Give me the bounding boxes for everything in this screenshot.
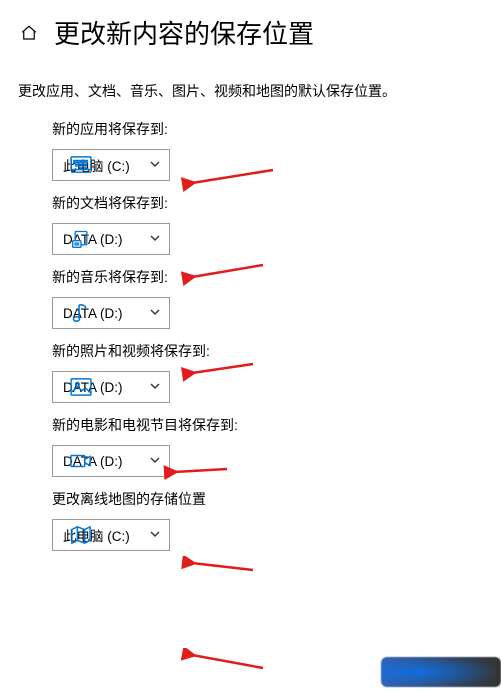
chevron-down-icon	[149, 528, 161, 543]
photos-label: 新的照片和视频将保存到:	[52, 341, 483, 361]
chevron-down-icon	[149, 232, 161, 247]
watermark	[381, 657, 501, 687]
chevron-down-icon	[149, 306, 161, 321]
maps-label: 更改离线地图的存储位置	[52, 489, 483, 509]
apps-label: 新的应用将保存到:	[52, 119, 483, 139]
chevron-down-icon	[149, 158, 161, 173]
home-button[interactable]	[18, 22, 40, 44]
chevron-down-icon	[149, 380, 161, 395]
page-description: 更改应用、文档、音乐、图片、视频和地图的默认保存位置。	[0, 59, 501, 111]
annotation-arrow	[178, 556, 258, 578]
chevron-down-icon	[149, 454, 161, 469]
apps-icon	[70, 154, 92, 176]
movies-label: 新的电影和电视节目将保存到:	[52, 415, 483, 435]
documents-label: 新的文档将保存到:	[52, 193, 483, 213]
maps-icon	[70, 524, 92, 546]
music-label: 新的音乐将保存到:	[52, 267, 483, 287]
photos-icon	[70, 376, 92, 398]
annotation-arrow	[178, 648, 268, 674]
music-icon	[70, 302, 92, 324]
documents-icon	[70, 228, 92, 250]
page-title: 更改新内容的保存位置	[54, 14, 314, 51]
movies-icon	[70, 450, 92, 472]
